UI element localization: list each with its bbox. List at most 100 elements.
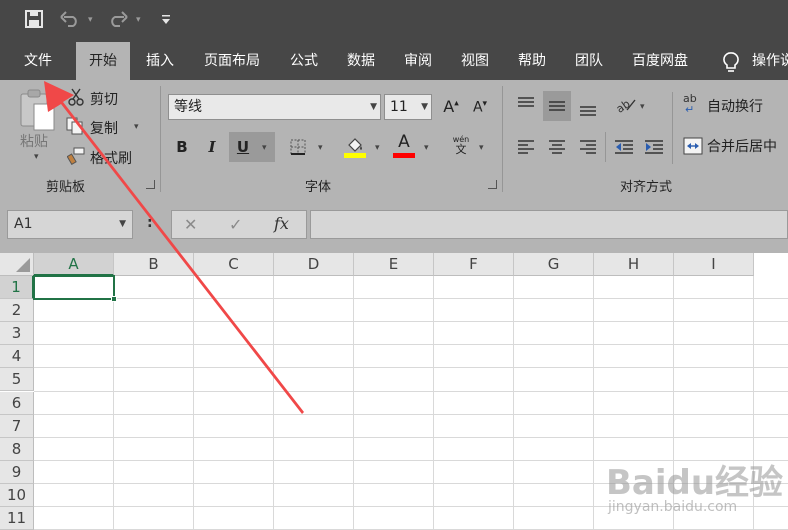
row-header-4[interactable]: 4 xyxy=(0,345,34,369)
tab-help[interactable]: 帮助 xyxy=(510,42,554,80)
align-bottom-icon[interactable] xyxy=(579,102,597,118)
row-header-11[interactable]: 11 xyxy=(0,507,34,530)
active-cell-a1[interactable] xyxy=(33,275,115,300)
formula-input[interactable] xyxy=(310,210,788,239)
phonetic-dropdown-icon[interactable]: ▾ xyxy=(479,143,484,153)
font-size-combobox[interactable]: 11 ▼ xyxy=(384,94,432,120)
row-header-6[interactable]: 6 xyxy=(0,391,34,415)
column-header-d[interactable]: D xyxy=(274,253,354,276)
tab-view[interactable]: 视图 xyxy=(453,42,497,80)
row-header-5[interactable]: 5 xyxy=(0,368,34,392)
tab-team[interactable]: 团队 xyxy=(567,42,611,80)
cancel-icon[interactable]: ✕ xyxy=(184,215,197,234)
column-header-c[interactable]: C xyxy=(194,253,274,276)
tab-page-layout[interactable]: 页面布局 xyxy=(196,42,268,80)
align-right-icon[interactable] xyxy=(579,139,597,155)
save-icon[interactable] xyxy=(25,10,43,28)
grow-font-button[interactable]: A▴ xyxy=(441,97,461,116)
ribbon: 粘贴 ▾ 剪切 复制 ▾ 格式刷 剪贴板 等线 ▼ 11 ▼ A▴ A▾ B I… xyxy=(0,80,788,198)
italic-button[interactable]: I xyxy=(202,138,222,156)
fill-color-dropdown-icon[interactable]: ▾ xyxy=(375,143,380,153)
chevron-down-icon[interactable]: ▼ xyxy=(119,211,126,238)
font-color-letter: A xyxy=(398,132,410,152)
clipboard-group-label: 剪贴板 xyxy=(46,180,86,195)
column-header-f[interactable]: F xyxy=(434,253,514,276)
cut-icon[interactable] xyxy=(68,88,84,106)
format-painter-icon[interactable] xyxy=(67,147,85,165)
align-middle-icon[interactable] xyxy=(548,99,566,115)
tab-home[interactable]: 开始 xyxy=(76,42,130,80)
undo-dropdown-icon[interactable]: ▾ xyxy=(88,12,93,29)
borders-dropdown-icon[interactable]: ▾ xyxy=(318,143,323,153)
shrink-font-button[interactable]: A▾ xyxy=(470,99,490,116)
row-header-9[interactable]: 9 xyxy=(0,460,34,484)
redo-dropdown-icon[interactable]: ▾ xyxy=(136,12,141,29)
customize-qat-icon[interactable] xyxy=(161,14,171,26)
row-header-7[interactable]: 7 xyxy=(0,414,34,438)
column-header-h[interactable]: H xyxy=(594,253,674,276)
font-launcher-icon[interactable] xyxy=(488,180,497,189)
paste-icon[interactable] xyxy=(18,88,58,132)
undo-icon[interactable] xyxy=(60,11,80,27)
lightbulb-icon[interactable] xyxy=(722,51,740,73)
row-header-10[interactable]: 10 xyxy=(0,483,34,507)
format-painter-label[interactable]: 格式刷 xyxy=(90,148,132,168)
row-header-8[interactable]: 8 xyxy=(0,437,34,461)
row-header-3[interactable]: 3 xyxy=(0,322,34,346)
chevron-down-icon[interactable]: ▼ xyxy=(421,95,428,119)
decrease-indent-icon[interactable] xyxy=(614,139,634,155)
copy-dropdown-icon[interactable]: ▾ xyxy=(134,122,139,132)
paste-label[interactable]: 粘贴 xyxy=(20,131,48,151)
fill-handle[interactable] xyxy=(111,296,117,302)
select-all-button[interactable] xyxy=(0,253,34,276)
enter-icon[interactable]: ✓ xyxy=(229,215,242,234)
copy-label[interactable]: 复制 xyxy=(90,118,118,138)
align-top-icon[interactable] xyxy=(517,96,535,112)
copy-icon[interactable] xyxy=(66,117,84,135)
tab-review[interactable]: 审阅 xyxy=(396,42,440,80)
increase-indent-icon[interactable] xyxy=(644,139,664,155)
wrap-text-button[interactable]: ab ↵ 自动换行 xyxy=(683,93,788,119)
insert-function-icon[interactable]: fx xyxy=(274,214,289,233)
orientation-dropdown-icon[interactable]: ▾ xyxy=(640,102,645,112)
name-box[interactable]: A1 ▼ xyxy=(7,210,133,239)
fill-color-icon[interactable] xyxy=(343,135,367,159)
tab-file[interactable]: 文件 xyxy=(14,42,62,80)
font-size-value: 11 xyxy=(390,99,408,115)
group-separator xyxy=(502,86,503,192)
column-header-g[interactable]: G xyxy=(514,253,594,276)
align-center-icon[interactable] xyxy=(548,139,566,155)
cut-label[interactable]: 剪切 xyxy=(90,89,118,109)
chevron-down-icon[interactable]: ▼ xyxy=(370,95,377,119)
merge-center-button[interactable]: 合并后居中 xyxy=(683,135,788,159)
row-header-2[interactable]: 2 xyxy=(0,299,34,323)
align-left-icon[interactable] xyxy=(517,139,535,155)
redo-icon[interactable] xyxy=(108,11,128,27)
gridline-horizontal xyxy=(34,437,788,438)
font-color-dropdown-icon[interactable]: ▾ xyxy=(424,143,429,153)
formula-bar-splitter[interactable]: : xyxy=(147,215,153,231)
column-header-i[interactable]: I xyxy=(674,253,754,276)
clipboard-launcher-icon[interactable] xyxy=(146,180,155,189)
column-header-a[interactable]: A xyxy=(34,253,114,276)
column-header-b[interactable]: B xyxy=(114,253,194,276)
tab-formulas[interactable]: 公式 xyxy=(282,42,326,80)
font-color-button[interactable]: A xyxy=(392,132,416,158)
borders-icon[interactable] xyxy=(290,139,306,155)
tab-baidu-netdisk[interactable]: 百度网盘 xyxy=(624,42,696,80)
font-name-combobox[interactable]: 等线 ▼ xyxy=(168,94,381,120)
tab-insert[interactable]: 插入 xyxy=(138,42,182,80)
tab-tell-me[interactable]: 操作说 xyxy=(752,42,788,80)
wrap-text-label: 自动换行 xyxy=(707,99,763,115)
row-header-1[interactable]: 1 xyxy=(0,276,34,300)
underline-button[interactable]: U xyxy=(233,138,253,156)
tab-data[interactable]: 数据 xyxy=(339,42,383,80)
orientation-icon[interactable]: ab xyxy=(615,96,637,114)
underline-dropdown-icon[interactable]: ▾ xyxy=(262,143,267,153)
phonetic-guide-button[interactable]: wén 文 xyxy=(449,135,473,161)
paste-dropdown-icon[interactable]: ▾ xyxy=(34,152,39,162)
column-header-e[interactable]: E xyxy=(354,253,434,276)
gridline-vertical xyxy=(593,276,594,530)
font-group-label: 字体 xyxy=(305,180,332,195)
bold-button[interactable]: B xyxy=(172,138,192,156)
